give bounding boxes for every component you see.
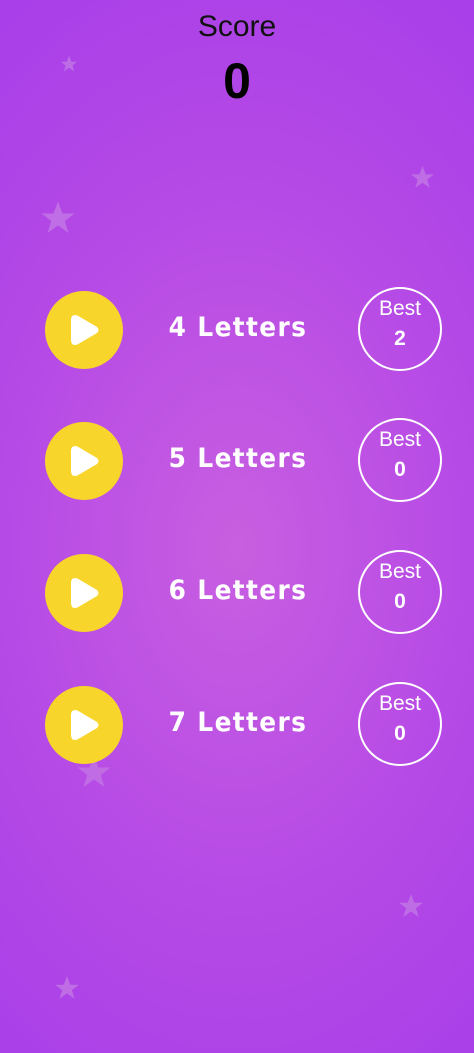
- best-label: Best: [378, 428, 422, 451]
- best-value: 0: [394, 458, 406, 481]
- play-icon: [71, 315, 99, 345]
- play-button[interactable]: [45, 291, 123, 369]
- play-button[interactable]: [45, 554, 123, 632]
- star-icon: [40, 198, 76, 238]
- play-icon: [71, 710, 99, 740]
- best-value: 2: [394, 327, 406, 350]
- best-label: Best: [378, 297, 422, 320]
- play-button[interactable]: [45, 686, 123, 764]
- star-icon: [410, 164, 435, 191]
- level-row-6-letters: 6 Letters Best 0: [0, 548, 474, 638]
- best-score-badge: Best 0: [358, 418, 442, 502]
- best-value: 0: [394, 722, 406, 745]
- level-label: 6 Letters: [168, 575, 308, 606]
- play-icon: [71, 446, 99, 476]
- star-icon: [54, 974, 80, 1002]
- best-label: Best: [378, 692, 422, 715]
- play-button[interactable]: [45, 422, 123, 500]
- level-row-5-letters: 5 Letters Best 0: [0, 416, 474, 506]
- level-label: 7 Letters: [168, 707, 308, 738]
- best-score-badge: Best 0: [358, 550, 442, 634]
- level-row-7-letters: 7 Letters Best 0: [0, 680, 474, 770]
- play-icon: [71, 578, 99, 608]
- best-score-badge: Best 0: [358, 682, 442, 766]
- best-value: 0: [394, 590, 406, 613]
- level-row-4-letters: 4 Letters Best 2: [0, 285, 474, 375]
- best-score-badge: Best 2: [358, 287, 442, 371]
- score-label: Score: [197, 10, 277, 43]
- best-label: Best: [378, 560, 422, 583]
- star-icon: [60, 54, 78, 74]
- level-label: 4 Letters: [168, 312, 308, 343]
- level-label: 5 Letters: [168, 443, 308, 474]
- star-icon: [398, 892, 424, 920]
